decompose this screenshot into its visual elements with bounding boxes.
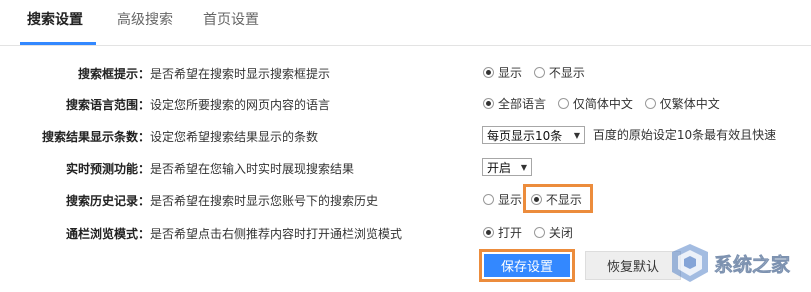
radio-option-hide[interactable]: 不显示: [530, 190, 582, 208]
radio-option-open[interactable]: 打开: [483, 223, 522, 241]
save-settings-button[interactable]: 保存设置: [484, 254, 570, 277]
radio-label: 仅简体中文: [572, 96, 633, 111]
radio-label: 不显示: [548, 65, 585, 80]
radio-label: 打开: [498, 225, 523, 240]
radio-button[interactable]: [644, 97, 656, 109]
setting-label: 通栏浏览模式：: [65, 227, 150, 241]
browse-mode-options: 打开 关闭: [483, 223, 581, 241]
watermark-text: 系统之家: [714, 253, 791, 276]
radio-button[interactable]: [483, 193, 494, 205]
setting-description: 是否希望在您输入时实时展现搜索结果: [150, 162, 355, 176]
radio-button[interactable]: [533, 226, 545, 238]
tab-search-settings[interactable]: 搜索设置: [27, 9, 83, 29]
radio-button[interactable]: [530, 193, 542, 205]
radio-label: 显示: [498, 65, 523, 80]
select-value: 每页显示10条: [487, 128, 563, 143]
setting-label: 搜索框提示：: [77, 67, 150, 81]
radio-label: 关闭: [548, 225, 573, 240]
tab-homepage-settings[interactable]: 首页设置: [203, 9, 259, 29]
radio-label: 全部语言: [498, 96, 547, 111]
setting-row-search-box-hint: 搜索框提示： 是否希望在搜索时显示搜索框提示 显示 不显示: [0, 60, 811, 84]
radio-option-traditional-chinese[interactable]: 仅繁体中文: [644, 94, 720, 112]
radio-button[interactable]: [533, 66, 545, 78]
results-count-note: 百度的原始设定10条最有效且快速: [592, 128, 777, 142]
radio-button[interactable]: [483, 97, 494, 109]
radio-option-show[interactable]: 显示: [483, 190, 522, 208]
setting-label: 搜索语言范围：: [65, 98, 150, 112]
radio-button[interactable]: [557, 97, 569, 109]
setting-label: 搜索结果显示条数：: [41, 130, 150, 144]
realtime-prediction-select[interactable]: 开启 ▼: [482, 158, 532, 176]
search-language-options: 全部语言 仅简体中文 仅繁体中文: [483, 94, 728, 112]
radio-button[interactable]: [483, 226, 494, 238]
dropdown-arrow-icon: ▼: [520, 162, 527, 172]
watermark-logo: 系统之家: [672, 244, 791, 282]
setting-row-search-history: 搜索历史记录： 是否希望在搜索时显示您账号下的搜索历史 显示 不显示: [0, 187, 811, 211]
setting-description: 是否希望点击右侧推荐内容时打开通栏浏览模式: [150, 227, 403, 241]
setting-label: 搜索历史记录：: [65, 194, 150, 208]
search-box-hint-options: 显示 不显示: [483, 63, 593, 81]
radio-label: 仅繁体中文: [659, 96, 720, 111]
setting-description: 设定您希望搜索结果显示的条数: [150, 130, 319, 144]
tab-advanced-search[interactable]: 高级搜索: [117, 9, 173, 29]
setting-description: 是否希望在搜索时显示您账号下的搜索历史: [150, 194, 379, 208]
setting-row-search-language: 搜索语言范围： 设定您所要搜索的网页内容的语言 全部语言 仅简体中文 仅繁体中文: [0, 91, 811, 115]
results-count-controls: 每页显示10条 ▼ 百度的原始设定10条最有效且快速: [482, 126, 776, 144]
tab-bar: 搜索设置 高级搜索 首页设置: [0, 0, 811, 46]
radio-label: 不显示: [545, 192, 582, 207]
radio-option-hide[interactable]: 不显示: [533, 63, 585, 81]
restore-defaults-button[interactable]: 恢复默认: [585, 251, 681, 280]
radio-option-all-languages[interactable]: 全部语言: [483, 94, 546, 112]
select-value: 开启: [487, 160, 512, 175]
radio-label: 显示: [498, 192, 523, 207]
setting-row-realtime-prediction: 实时预测功能： 是否希望在您输入时实时展现搜索结果 开启 ▼: [0, 155, 811, 179]
radio-option-show[interactable]: 显示: [483, 63, 522, 81]
setting-description: 是否希望在搜索时显示搜索框提示: [150, 67, 331, 81]
radio-option-simplified-chinese[interactable]: 仅简体中文: [557, 94, 633, 112]
search-history-options: 显示 不显示: [483, 190, 590, 208]
active-tab-indicator: [20, 42, 96, 45]
setting-row-browse-mode: 通栏浏览模式： 是否希望点击右侧推荐内容时打开通栏浏览模式 打开 关闭: [0, 220, 811, 244]
dropdown-arrow-icon: ▼: [573, 130, 580, 140]
radio-option-close[interactable]: 关闭: [533, 223, 573, 241]
radio-button[interactable]: [483, 66, 494, 78]
setting-row-results-count: 搜索结果显示条数： 设定您希望搜索结果显示的条数 每页显示10条 ▼ 百度的原始…: [0, 123, 811, 147]
save-button-highlight: 保存设置: [479, 249, 575, 282]
setting-description: 设定您所要搜索的网页内容的语言: [150, 98, 331, 112]
results-count-select[interactable]: 每页显示10条 ▼: [482, 126, 585, 144]
realtime-prediction-controls: 开启 ▼: [482, 158, 532, 176]
setting-label: 实时预测功能：: [65, 162, 150, 176]
